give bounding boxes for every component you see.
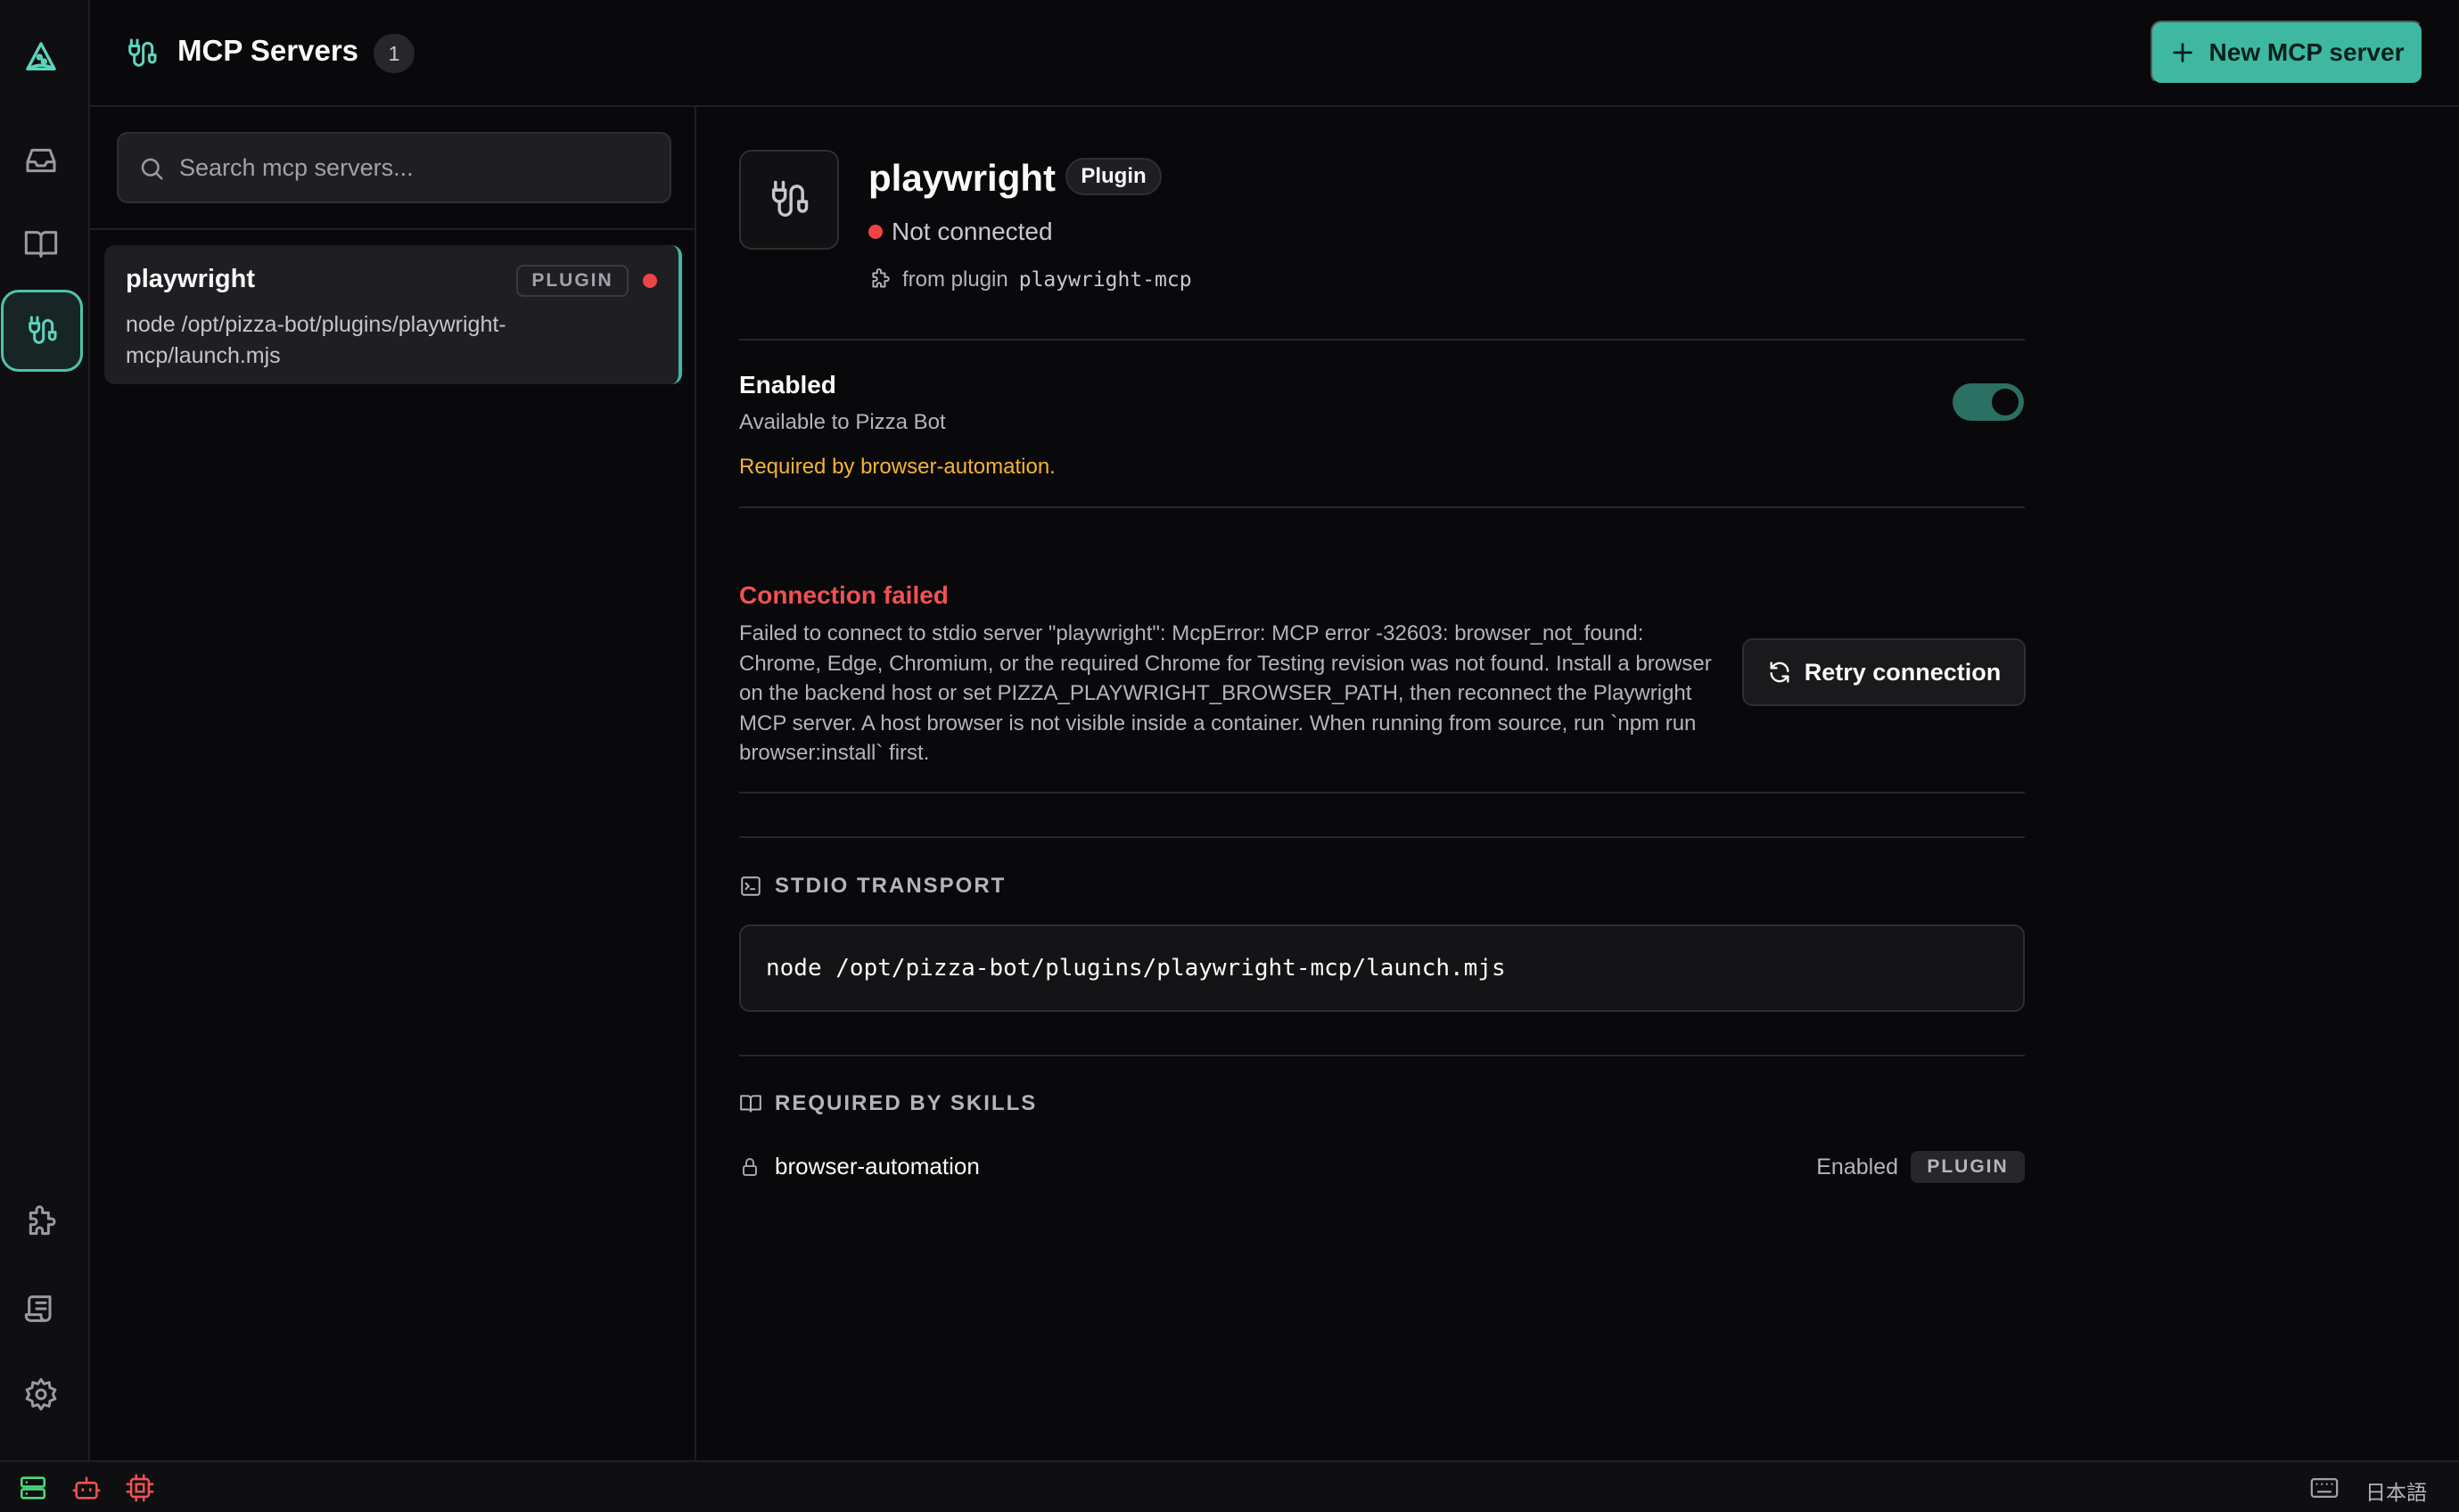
new-mcp-server-button[interactable]: New MCP server <box>2151 21 2423 85</box>
keyboard-icon[interactable] <box>2309 1473 2340 1503</box>
plug-icon <box>124 36 160 71</box>
skill-name: browser-automation <box>775 1153 980 1179</box>
plug-icon[interactable] <box>1 290 83 372</box>
plus-icon <box>2172 43 2192 62</box>
bot-icon[interactable] <box>71 1473 102 1503</box>
transport-label: STDIO TRANSPORT <box>775 874 1007 898</box>
server-command: node /opt/pizza-bot/plugins/playwright-m… <box>126 312 506 368</box>
status-dot <box>868 225 883 239</box>
required-note: Required by browser-automation. <box>739 455 1056 479</box>
server-list-pane: playwright PLUGIN node /opt/pizza-bot/pl… <box>90 107 696 1460</box>
transport-section-label: STDIO TRANSPORT <box>739 874 1006 899</box>
cpu-icon[interactable] <box>125 1473 155 1503</box>
plugin-source-prefix: from plugin <box>902 267 1008 292</box>
plugin-badge: Plugin <box>1065 158 1162 195</box>
skill-row[interactable]: browser-automation Enabled PLUGIN <box>739 1151 2025 1187</box>
error-title: Connection failed <box>739 581 949 609</box>
status-bar: 日本語 <box>0 1460 2459 1512</box>
server-icon-box <box>739 150 839 250</box>
error-message: Failed to connect to stdio server "playw… <box>739 621 1712 765</box>
connection-status-text: Not connected <box>892 218 1053 245</box>
plug-icon <box>771 180 809 218</box>
book-icon <box>740 1095 761 1113</box>
plugin-badge: PLUGIN <box>516 265 629 297</box>
page-title: MCP Servers <box>177 34 359 67</box>
inbox-icon[interactable] <box>0 119 82 201</box>
scroll-icon[interactable] <box>0 1268 82 1350</box>
toggle-knob <box>1992 389 2019 415</box>
search-input[interactable] <box>179 134 661 201</box>
retry-connection-label: Retry connection <box>1804 658 2002 686</box>
divider <box>739 836 2025 838</box>
divider <box>739 792 2025 793</box>
transport-command: node /opt/pizza-bot/plugins/playwright-m… <box>739 924 2025 1012</box>
skills-label: REQUIRED BY SKILLS <box>775 1091 1038 1115</box>
left-rail <box>0 0 90 1460</box>
page-header: MCP Servers 1 New MCP server <box>90 0 2459 107</box>
terminal-icon <box>741 876 761 896</box>
lock-icon <box>743 1157 757 1176</box>
server-title: playwright <box>868 157 1057 199</box>
puzzle-icon <box>872 268 890 288</box>
puzzle-icon[interactable] <box>0 1182 82 1264</box>
divider <box>739 1055 2025 1056</box>
plugin-source-name: playwright-mcp <box>1018 268 1192 292</box>
enabled-subtitle: Available to Pizza Bot <box>739 410 946 434</box>
refresh-icon <box>1770 662 1789 683</box>
server-list-item[interactable]: playwright PLUGIN node /opt/pizza-bot/pl… <box>104 245 682 384</box>
plugin-badge: PLUGIN <box>1911 1151 2025 1183</box>
list-divider <box>90 228 695 230</box>
divider <box>739 506 2025 508</box>
book-icon[interactable] <box>0 203 82 285</box>
pizza-logo-icon[interactable] <box>0 16 82 98</box>
search-icon <box>141 158 163 180</box>
status-dot <box>643 274 657 288</box>
gear-icon[interactable] <box>0 1353 82 1435</box>
search-box <box>117 132 671 203</box>
connection-status: Not connected <box>868 218 1053 246</box>
skill-name-group: browser-automation <box>739 1153 980 1180</box>
enabled-title: Enabled <box>739 371 836 399</box>
server-name: playwright <box>126 265 256 293</box>
server-count-badge: 1 <box>374 34 415 73</box>
plugin-source: from plugin playwright-mcp <box>868 267 1192 292</box>
divider <box>739 339 2025 341</box>
language-switch[interactable]: 日本語 <box>2365 1475 2427 1506</box>
skill-status: Enabled <box>1816 1155 1898 1179</box>
skills-section-label: REQUIRED BY SKILLS <box>739 1091 1037 1116</box>
enabled-toggle[interactable] <box>1953 383 2024 421</box>
server-detail-pane: playwright Plugin Not connected from plu… <box>696 107 2459 1460</box>
retry-connection-button[interactable]: Retry connection <box>1742 638 2026 706</box>
new-mcp-server-label: New MCP server <box>2208 38 2405 66</box>
server-icon[interactable] <box>18 1473 48 1503</box>
